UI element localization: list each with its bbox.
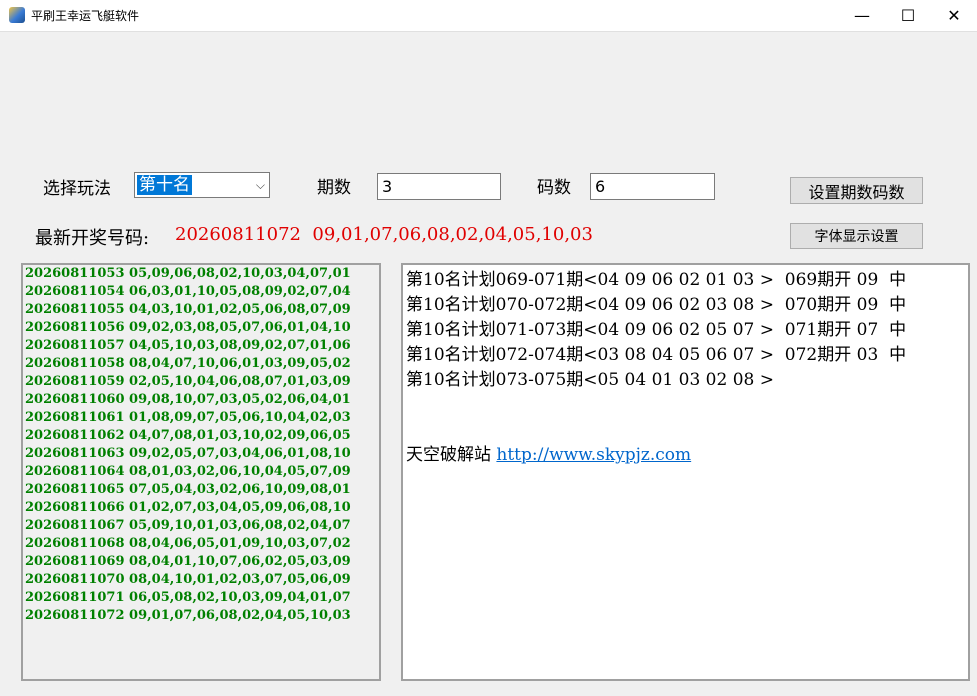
- history-row: 20260811063 09,02,05,07,03,04,06,01,08,1…: [25, 446, 351, 461]
- plan-row: 第10名计划072-074期<03 08 04 05 06 07 > 072期开…: [406, 345, 907, 365]
- history-row: 20260811060 09,08,10,07,03,05,02,06,04,0…: [25, 392, 351, 407]
- codes-label: 码数: [537, 178, 571, 198]
- history-row: 20260811072 09,01,07,06,08,02,04,05,10,0…: [25, 608, 351, 623]
- history-list[interactable]: 20260811053 05,09,06,08,02,10,03,04,07,0…: [21, 263, 381, 681]
- periods-input[interactable]: 3: [377, 173, 501, 200]
- plan-row: 第10名计划070-072期<04 09 06 02 03 08 > 070期开…: [406, 295, 907, 315]
- history-row: 20260811055 04,03,10,01,02,05,06,08,07,0…: [25, 302, 351, 317]
- codes-input[interactable]: 6: [590, 173, 715, 200]
- history-row: 20260811061 01,08,09,07,05,06,10,04,02,0…: [25, 410, 351, 425]
- history-row: 20260811064 08,01,03,02,06,10,04,05,07,0…: [25, 464, 351, 479]
- set-periods-codes-button[interactable]: 设置期数码数: [790, 177, 923, 204]
- history-row: 20260811058 08,04,07,10,06,01,03,09,05,0…: [25, 356, 351, 371]
- play-mode-dropdown[interactable]: 第十名 ⌵: [134, 172, 270, 198]
- history-row: 20260811069 08,04,01,10,07,06,02,05,03,0…: [25, 554, 351, 569]
- history-row: 20260811066 01,02,07,03,04,05,09,06,08,1…: [25, 500, 351, 515]
- latest-draw-label: 最新开奖号码:: [35, 228, 150, 249]
- history-row: 20260811057 04,05,10,03,08,09,02,07,01,0…: [25, 338, 351, 353]
- close-button[interactable]: ✕: [931, 0, 977, 31]
- history-row: 20260811067 05,09,10,01,03,06,08,02,04,0…: [25, 518, 351, 533]
- history-row: 20260811053 05,09,06,08,02,10,03,04,07,0…: [25, 266, 351, 281]
- history-row: 20260811071 06,05,08,02,10,03,09,04,01,0…: [25, 590, 351, 605]
- site-footer: 天空破解站 http://www.skypjz.com: [406, 443, 691, 468]
- plan-row: 第10名计划073-075期<05 04 01 03 02 08 >: [406, 370, 774, 390]
- plan-text-area[interactable]: 第10名计划069-071期<04 09 06 02 01 03 > 069期开…: [401, 263, 970, 681]
- history-row: 20260811065 07,05,04,03,02,06,10,09,08,0…: [25, 482, 351, 497]
- history-row: 20260811059 02,05,10,04,06,08,07,01,03,0…: [25, 374, 351, 389]
- window-title: 平刷王幸运飞艇软件: [31, 9, 140, 23]
- minimize-button[interactable]: —: [839, 0, 885, 31]
- history-row: 20260811068 08,04,06,05,01,09,10,03,07,0…: [25, 536, 351, 551]
- plan-row: 第10名计划071-073期<04 09 06 02 05 07 > 071期开…: [406, 320, 907, 340]
- history-row: 20260811056 09,02,03,08,05,07,06,01,04,1…: [25, 320, 351, 335]
- latest-draw-value: 20260811072 09,01,07,06,08,02,04,05,10,0…: [175, 224, 593, 245]
- site-link[interactable]: http://www.skypjz.com: [496, 445, 691, 465]
- periods-label: 期数: [317, 178, 351, 198]
- history-row: 20260811070 08,04,10,01,02,03,07,05,06,0…: [25, 572, 351, 587]
- history-row: 20260811054 06,03,01,10,05,08,09,02,07,0…: [25, 284, 351, 299]
- history-row: 20260811062 04,07,08,01,03,10,02,09,06,0…: [25, 428, 351, 443]
- app-icon: [9, 7, 25, 23]
- font-settings-button[interactable]: 字体显示设置: [790, 223, 923, 249]
- maximize-button[interactable]: ☐: [885, 0, 931, 31]
- play-mode-label: 选择玩法: [43, 179, 111, 199]
- plan-row: 第10名计划069-071期<04 09 06 02 01 03 > 069期开…: [406, 270, 907, 290]
- title-bar: 平刷王幸运飞艇软件 — ☐ ✕: [0, 0, 977, 32]
- site-label: 天空破解站: [406, 445, 497, 465]
- play-mode-selected: 第十名: [137, 175, 192, 195]
- chevron-down-icon[interactable]: ⌵: [256, 178, 265, 193]
